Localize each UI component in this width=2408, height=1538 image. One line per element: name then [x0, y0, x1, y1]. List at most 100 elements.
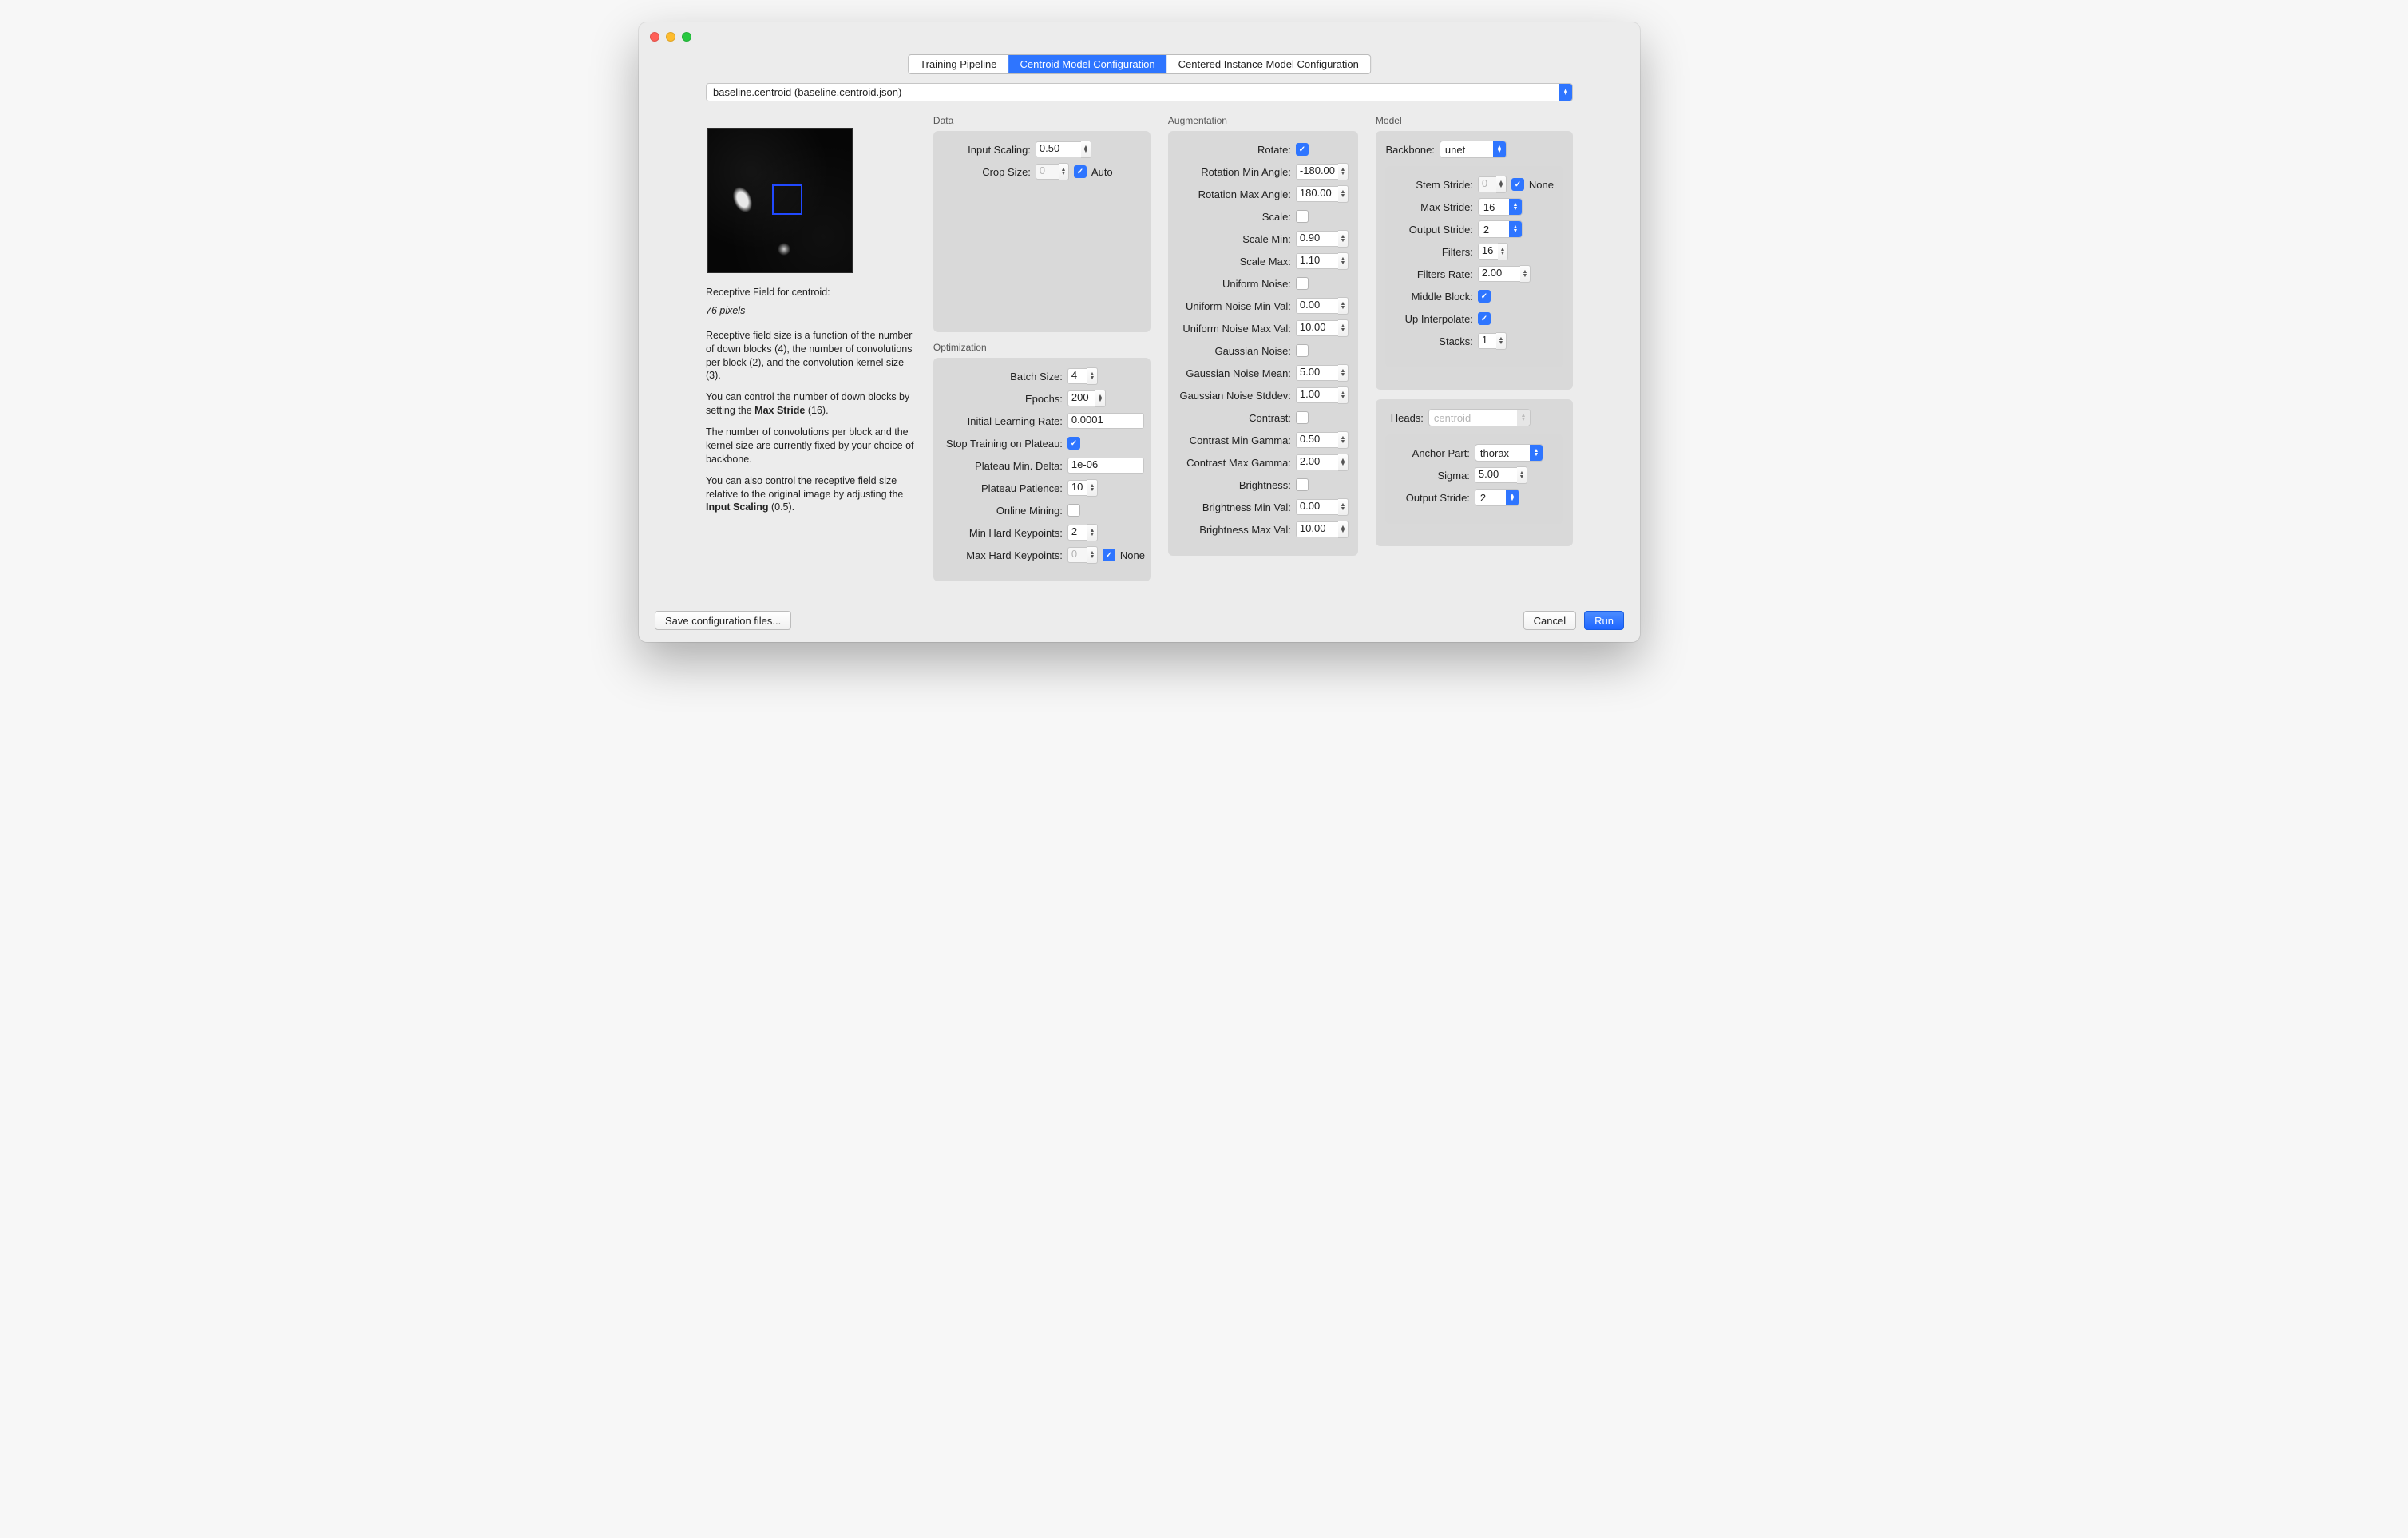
contrast-max-input[interactable]: 2.00▲▼: [1296, 454, 1349, 471]
gaussian-noise-mean-input[interactable]: 5.00▲▼: [1296, 364, 1349, 382]
max-hard-keypoints-input[interactable]: 0▲▼: [1067, 546, 1098, 564]
tab-centroid-config[interactable]: Centroid Model Configuration: [1009, 55, 1167, 73]
scale-max-input[interactable]: 1.10▲▼: [1296, 252, 1349, 270]
backbone-select[interactable]: unet▲▼: [1440, 141, 1507, 158]
receptive-field-box: [772, 184, 802, 215]
max-stride-select[interactable]: 16▲▼: [1478, 198, 1523, 216]
stacks-label: Stacks:: [1395, 335, 1478, 347]
stepper-icon[interactable]: ▲▼: [1338, 297, 1349, 315]
stepper-icon[interactable]: ▲▼: [1087, 367, 1098, 385]
save-config-button[interactable]: Save configuration files...: [655, 611, 791, 630]
stepper-icon[interactable]: ▲▼: [1496, 176, 1507, 193]
scale-min-input[interactable]: 0.90▲▼: [1296, 230, 1349, 248]
plateau-patience-input[interactable]: 10▲▼: [1067, 479, 1098, 497]
stepper-icon[interactable]: ▲▼: [1338, 454, 1349, 471]
stacks-input[interactable]: 1▲▼: [1478, 332, 1507, 350]
model-heading: Model: [1376, 115, 1573, 126]
filters-rate-input[interactable]: 2.00▲▼: [1478, 265, 1531, 283]
cancel-button[interactable]: Cancel: [1523, 611, 1576, 630]
stepper-icon[interactable]: ▲▼: [1338, 252, 1349, 270]
crop-size-input[interactable]: 0▲▼: [1036, 163, 1069, 180]
dropdown-icon: ▲▼: [1559, 84, 1572, 101]
rotation-min-input[interactable]: -180.00▲▼: [1296, 163, 1349, 180]
max-hard-none-checkbox[interactable]: [1103, 549, 1115, 561]
stepper-icon[interactable]: ▲▼: [1498, 243, 1508, 260]
stepper-icon[interactable]: ▲▼: [1081, 141, 1091, 158]
epochs-input[interactable]: 200▲▼: [1067, 390, 1106, 407]
stepper-icon[interactable]: ▲▼: [1338, 230, 1349, 248]
min-hard-keypoints-label: Min Hard Keypoints:: [943, 527, 1067, 539]
stem-none-checkbox[interactable]: [1511, 178, 1524, 191]
stepper-icon[interactable]: ▲▼: [1338, 498, 1349, 516]
filters-input[interactable]: 16▲▼: [1478, 243, 1508, 260]
config-file-select[interactable]: baseline.centroid (baseline.centroid.jso…: [706, 83, 1573, 101]
stepper-icon[interactable]: ▲▼: [1087, 546, 1098, 564]
sigma-label: Sigma:: [1395, 470, 1475, 482]
stepper-icon[interactable]: ▲▼: [1338, 364, 1349, 382]
anchor-part-select[interactable]: thorax▲▼: [1475, 444, 1543, 462]
max-hard-none-label: None: [1120, 549, 1145, 561]
rotate-label: Rotate:: [1178, 144, 1296, 156]
stepper-icon[interactable]: ▲▼: [1095, 390, 1106, 407]
sigma-input[interactable]: 5.00▲▼: [1475, 466, 1527, 484]
middle-block-checkbox[interactable]: [1478, 290, 1491, 303]
batch-size-input[interactable]: 4▲▼: [1067, 367, 1098, 385]
rotate-checkbox[interactable]: [1296, 143, 1309, 156]
rf-value: 76 pixels: [706, 304, 916, 318]
brightness-max-input[interactable]: 10.00▲▼: [1296, 521, 1349, 538]
rf-paragraph-3: The number of convolutions per block and…: [706, 426, 916, 466]
stepper-icon[interactable]: ▲▼: [1338, 163, 1349, 180]
receptive-field-preview: [707, 128, 853, 273]
stepper-icon[interactable]: ▲▼: [1520, 265, 1531, 283]
online-mining-checkbox[interactable]: [1067, 504, 1080, 517]
tab-centered-instance[interactable]: Centered Instance Model Configuration: [1167, 55, 1370, 73]
up-interpolate-checkbox[interactable]: [1478, 312, 1491, 325]
stepper-icon[interactable]: ▲▼: [1338, 431, 1349, 449]
brightness-checkbox[interactable]: [1296, 478, 1309, 491]
learning-rate-input[interactable]: 0.0001: [1067, 413, 1144, 429]
contrast-min-input[interactable]: 0.50▲▼: [1296, 431, 1349, 449]
output-stride-select[interactable]: 2▲▼: [1478, 220, 1523, 238]
stepper-icon[interactable]: ▲▼: [1338, 319, 1349, 337]
contrast-checkbox[interactable]: [1296, 411, 1309, 424]
rotation-max-input[interactable]: 180.00▲▼: [1296, 185, 1349, 203]
close-icon[interactable]: [650, 32, 659, 42]
augmentation-heading: Augmentation: [1168, 115, 1358, 126]
gaussian-noise-checkbox[interactable]: [1296, 344, 1309, 357]
stem-stride-input[interactable]: 0▲▼: [1478, 176, 1507, 193]
brightness-min-input[interactable]: 0.00▲▼: [1296, 498, 1349, 516]
tab-training-pipeline[interactable]: Training Pipeline: [909, 55, 1008, 73]
dropdown-icon: ▲▼: [1509, 221, 1522, 237]
dropdown-icon: ▲▼: [1517, 410, 1530, 426]
stepper-icon[interactable]: ▲▼: [1087, 524, 1098, 541]
scale-checkbox[interactable]: [1296, 210, 1309, 223]
stepper-icon[interactable]: ▲▼: [1338, 521, 1349, 538]
config-file-label: baseline.centroid (baseline.centroid.jso…: [713, 86, 901, 98]
stepper-icon[interactable]: ▲▼: [1517, 466, 1527, 484]
uniform-noise-max-input[interactable]: 10.00▲▼: [1296, 319, 1349, 337]
stepper-icon[interactable]: ▲▼: [1087, 479, 1098, 497]
plateau-stop-checkbox[interactable]: [1067, 437, 1080, 450]
uniform-noise-checkbox[interactable]: [1296, 277, 1309, 290]
minimize-icon[interactable]: [666, 32, 675, 42]
stepper-icon[interactable]: ▲▼: [1059, 163, 1069, 180]
learning-rate-label: Initial Learning Rate:: [943, 415, 1067, 427]
uniform-noise-min-input[interactable]: 0.00▲▼: [1296, 297, 1349, 315]
heads-output-stride-select[interactable]: 2▲▼: [1475, 489, 1519, 506]
crop-auto-checkbox[interactable]: [1074, 165, 1087, 178]
scale-min-label: Scale Min:: [1178, 233, 1296, 245]
uniform-noise-label: Uniform Noise:: [1178, 278, 1296, 290]
min-hard-keypoints-input[interactable]: 2▲▼: [1067, 524, 1098, 541]
gaussian-noise-stddev-input[interactable]: 1.00▲▼: [1296, 386, 1349, 404]
stepper-icon[interactable]: ▲▼: [1338, 185, 1349, 203]
stepper-icon[interactable]: ▲▼: [1496, 332, 1507, 350]
anchor-part-label: Anchor Part:: [1395, 447, 1475, 459]
run-button[interactable]: Run: [1584, 611, 1624, 630]
plateau-delta-label: Plateau Min. Delta:: [943, 460, 1067, 472]
gaussian-noise-stddev-label: Gaussian Noise Stddev:: [1178, 390, 1296, 402]
zoom-icon[interactable]: [682, 32, 691, 42]
plateau-delta-input[interactable]: 1e-06: [1067, 458, 1144, 474]
contrast-min-label: Contrast Min Gamma:: [1178, 434, 1296, 446]
stepper-icon[interactable]: ▲▼: [1338, 386, 1349, 404]
input-scaling-input[interactable]: 0.50▲▼: [1036, 141, 1091, 158]
